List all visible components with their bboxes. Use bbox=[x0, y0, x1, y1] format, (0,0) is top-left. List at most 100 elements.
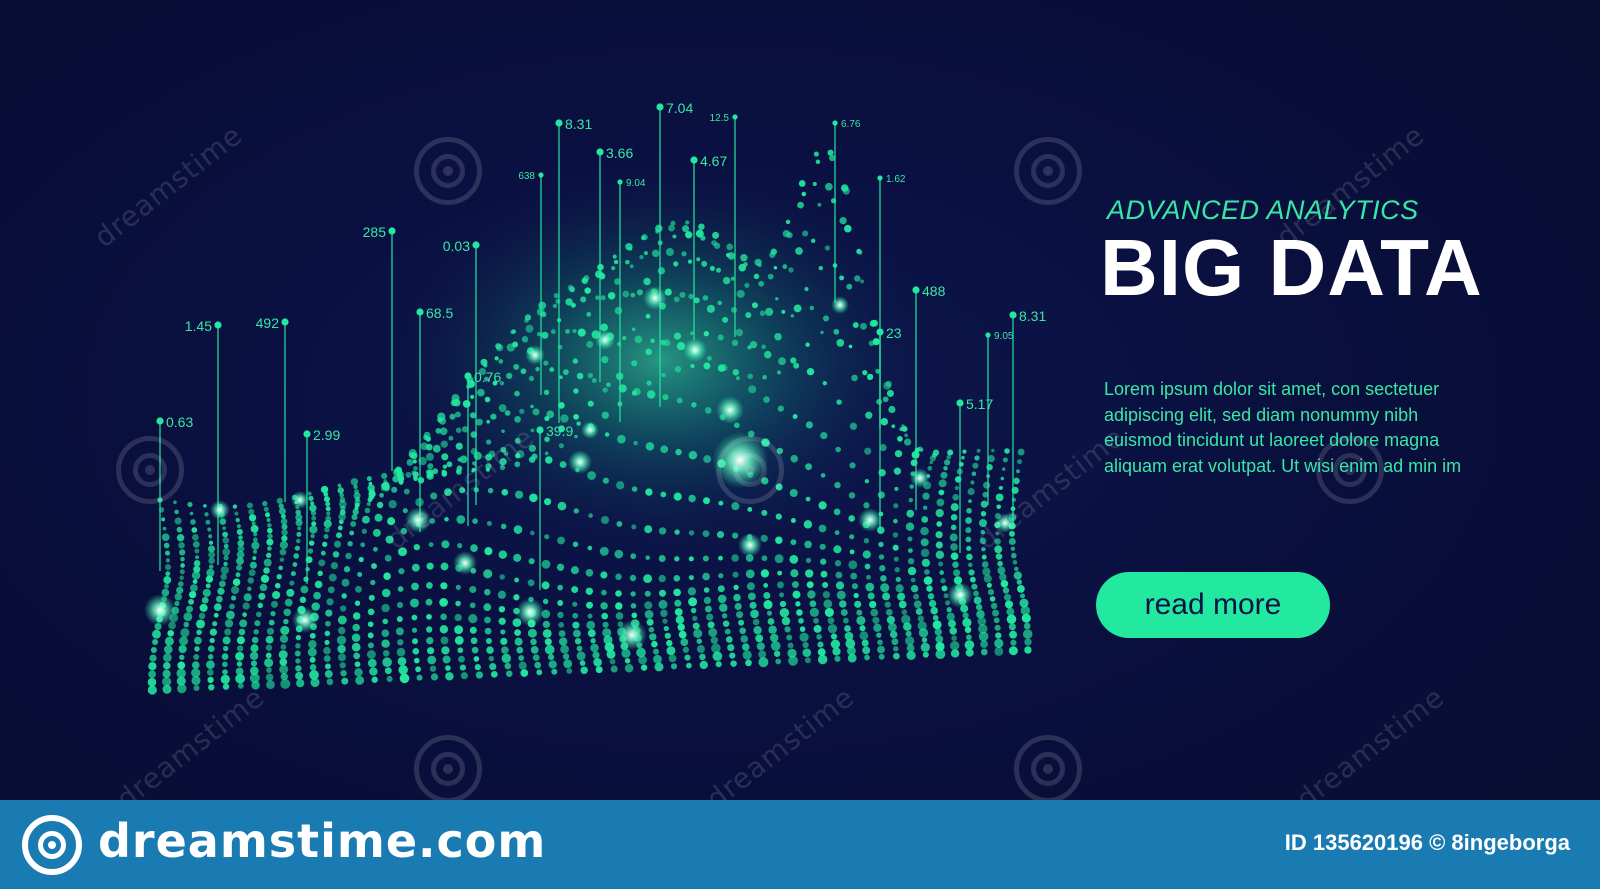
mesh-particle bbox=[862, 646, 871, 655]
mesh-particle bbox=[643, 277, 651, 286]
mesh-particle bbox=[281, 535, 288, 542]
mesh-particle bbox=[310, 533, 315, 539]
mesh-particle bbox=[425, 452, 434, 461]
mesh-particle bbox=[830, 639, 841, 649]
mesh-particle bbox=[251, 636, 259, 644]
marker-dot bbox=[281, 318, 289, 326]
mesh-particle bbox=[262, 500, 268, 507]
mesh-particle bbox=[222, 645, 229, 652]
mesh-particle bbox=[324, 639, 330, 645]
mesh-particle bbox=[913, 593, 920, 600]
mesh-particle bbox=[822, 381, 827, 386]
mesh-particle bbox=[962, 618, 972, 628]
mesh-particle bbox=[250, 524, 259, 533]
mesh-particle bbox=[360, 542, 366, 548]
mesh-particle bbox=[938, 561, 944, 567]
mesh-particle bbox=[986, 582, 992, 588]
mesh-particle bbox=[366, 650, 376, 659]
mesh-particle bbox=[738, 619, 745, 626]
read-more-button[interactable]: read more bbox=[1096, 572, 1330, 638]
mesh-particle bbox=[897, 436, 903, 442]
sparkle bbox=[568, 450, 592, 474]
mesh-particle bbox=[693, 629, 703, 638]
mesh-particle bbox=[457, 542, 463, 549]
mesh-particle bbox=[499, 574, 505, 580]
mesh-particle bbox=[345, 552, 352, 560]
mesh-particle bbox=[775, 513, 782, 520]
mesh-particle bbox=[682, 225, 690, 233]
mesh-particle bbox=[660, 445, 669, 454]
mesh-particle bbox=[205, 519, 211, 525]
mesh-particle bbox=[579, 660, 586, 666]
mesh-particle bbox=[373, 546, 378, 552]
mesh-particle bbox=[324, 663, 331, 670]
mesh-particle bbox=[749, 341, 758, 349]
mesh-particle bbox=[823, 599, 833, 609]
marker-dot bbox=[656, 103, 664, 111]
mesh-particle bbox=[371, 676, 378, 683]
mesh-particle bbox=[252, 549, 258, 554]
mesh-particle bbox=[892, 544, 899, 551]
mesh-particle bbox=[229, 603, 235, 610]
mesh-particle bbox=[426, 637, 434, 645]
mesh-particle bbox=[263, 506, 269, 512]
mesh-particle bbox=[274, 582, 281, 589]
mesh-particle bbox=[222, 526, 227, 531]
mesh-particle bbox=[441, 540, 450, 549]
mesh-particle bbox=[412, 471, 419, 478]
mesh-particle bbox=[459, 664, 467, 671]
mesh-particle bbox=[674, 608, 683, 616]
marker-dot bbox=[876, 328, 884, 336]
mesh-particle bbox=[1013, 566, 1019, 572]
mesh-particle bbox=[936, 498, 945, 507]
mesh-particle bbox=[995, 493, 1004, 502]
mesh-particle bbox=[448, 435, 454, 441]
mesh-particle bbox=[966, 634, 972, 641]
mesh-particle bbox=[530, 428, 535, 433]
mesh-particle bbox=[980, 510, 987, 517]
mesh-particle bbox=[839, 217, 847, 225]
mesh-particle bbox=[162, 677, 172, 687]
mesh-particle bbox=[498, 550, 508, 559]
mesh-particle bbox=[190, 519, 196, 525]
mesh-particle bbox=[699, 653, 706, 661]
footer-brand[interactable]: dreamstime.com bbox=[98, 814, 546, 868]
mesh-particle bbox=[267, 533, 273, 539]
marker-label: 7.04 bbox=[666, 100, 693, 116]
mesh-particle bbox=[908, 497, 914, 503]
mesh-particle bbox=[551, 668, 558, 675]
mesh-particle bbox=[249, 651, 259, 661]
mesh-particle bbox=[645, 442, 655, 451]
mesh-particle bbox=[894, 450, 903, 458]
mesh-particle bbox=[514, 437, 521, 444]
mesh-particle bbox=[660, 491, 667, 498]
mesh-particle bbox=[602, 477, 609, 484]
mesh-particle bbox=[762, 374, 767, 380]
mesh-particle bbox=[489, 663, 497, 671]
mesh-particle bbox=[770, 633, 779, 643]
marker-label: 285 bbox=[363, 224, 387, 240]
mesh-particle bbox=[324, 630, 331, 637]
mesh-particle bbox=[259, 583, 268, 592]
mesh-particle bbox=[813, 624, 822, 633]
mesh-particle bbox=[836, 399, 842, 405]
mesh-particle bbox=[651, 640, 658, 648]
mesh-particle bbox=[749, 601, 757, 609]
sparkle bbox=[292, 607, 318, 633]
mesh-particle bbox=[251, 541, 260, 550]
mesh-particle bbox=[326, 678, 334, 686]
mesh-particle bbox=[650, 338, 655, 343]
mesh-particle bbox=[367, 497, 373, 503]
mesh-particle bbox=[485, 638, 492, 644]
mesh-particle bbox=[981, 546, 986, 552]
mesh-particle bbox=[935, 635, 944, 643]
mesh-particle bbox=[500, 637, 508, 646]
marker-dot bbox=[303, 430, 311, 438]
mesh-particle bbox=[183, 621, 190, 628]
mesh-particle bbox=[278, 507, 286, 515]
mesh-particle bbox=[886, 389, 894, 397]
mesh-particle bbox=[696, 638, 703, 644]
mesh-particle bbox=[516, 646, 524, 654]
mesh-particle bbox=[790, 569, 799, 578]
mesh-particle bbox=[444, 488, 452, 496]
